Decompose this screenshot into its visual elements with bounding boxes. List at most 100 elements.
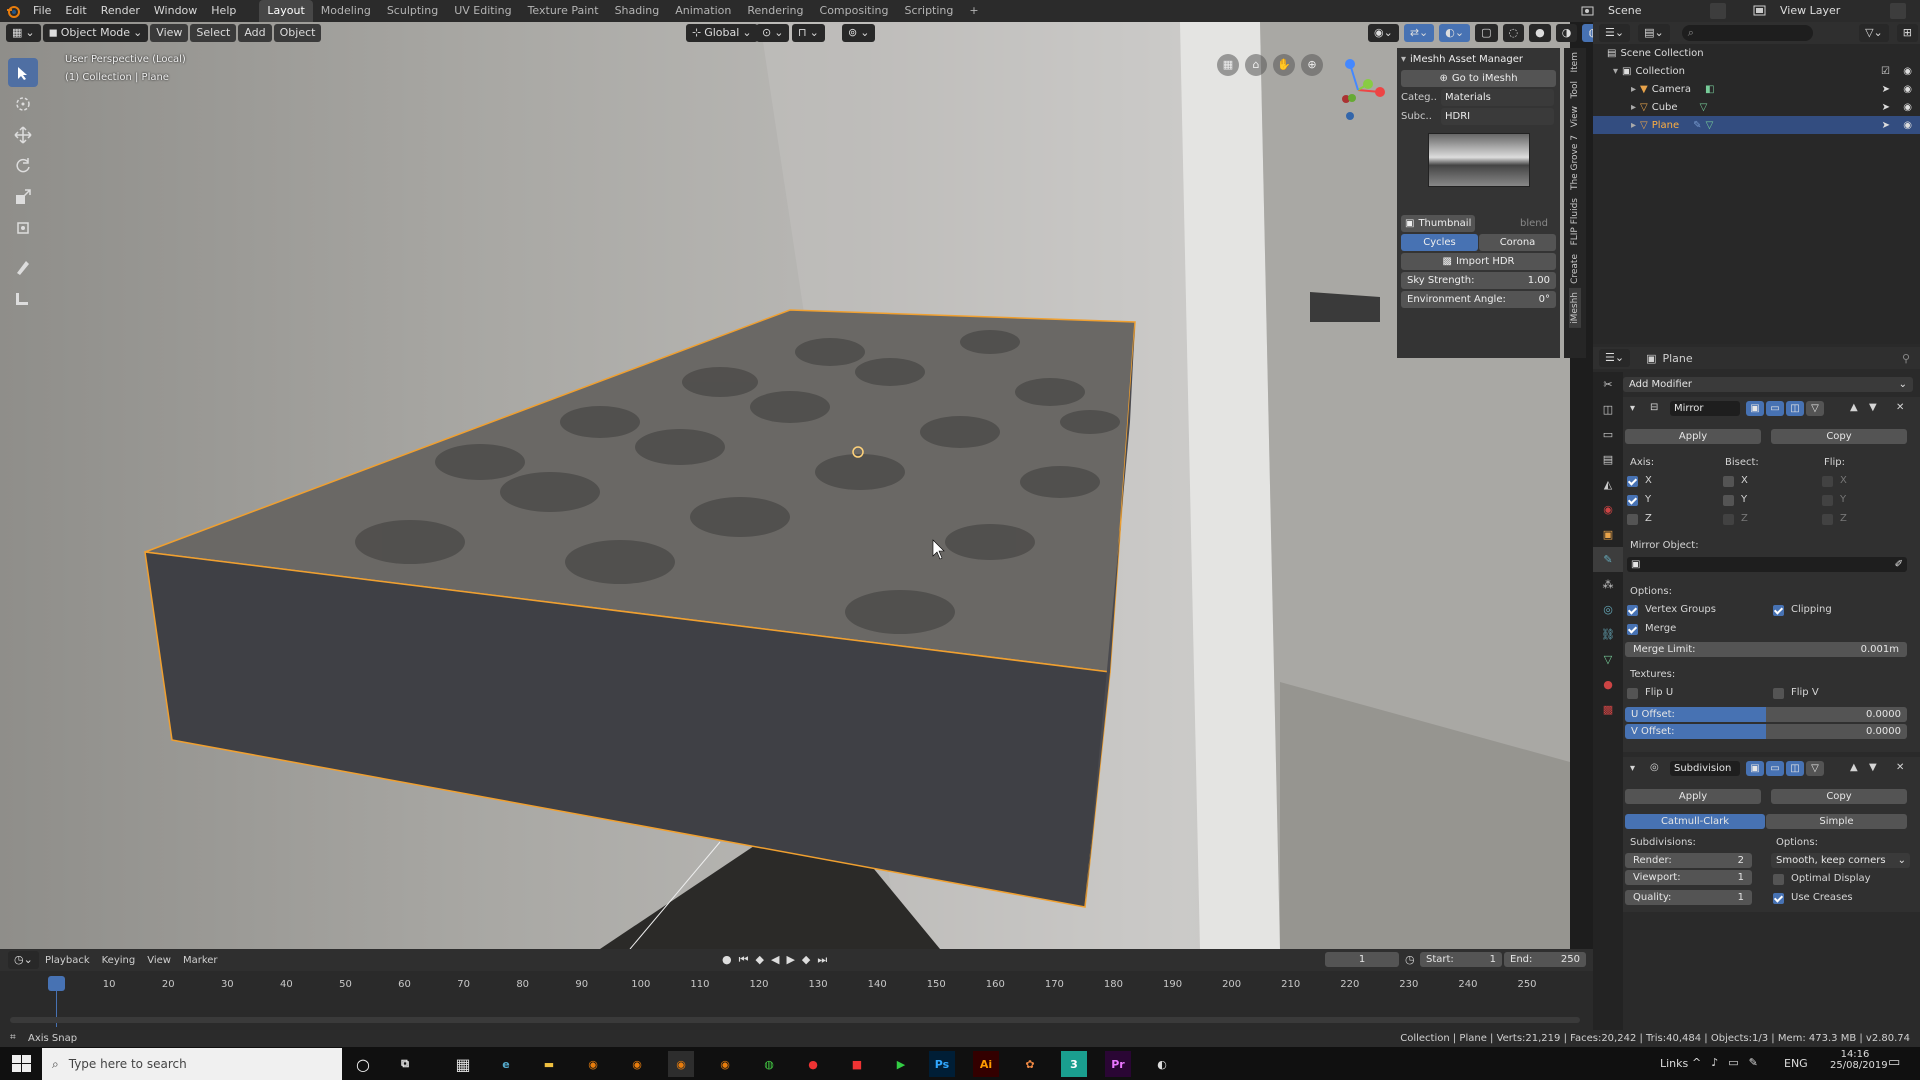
expand-arrow-icon[interactable]: ▸: [1631, 102, 1636, 113]
flip-u-checkbox[interactable]: [1627, 688, 1638, 699]
tab-modeling[interactable]: Modeling: [313, 0, 379, 22]
v-offset-field[interactable]: V Offset: 0.0000: [1625, 724, 1907, 739]
3d-viewport[interactable]: [0, 22, 1570, 949]
transform-tool-icon[interactable]: [8, 213, 38, 242]
chrome-icon[interactable]: ◍: [756, 1051, 782, 1077]
outliner-row-cube[interactable]: ▸ ▽ Cube ▽ ➤ ◉: [1593, 98, 1920, 116]
environment-angle-field[interactable]: Environment Angle: 0°: [1401, 291, 1556, 308]
overlays-toggle-icon[interactable]: ◐⌄: [1439, 24, 1471, 42]
current-frame-field[interactable]: 1: [1325, 952, 1399, 967]
constraints-tab-icon[interactable]: ⛓: [1593, 622, 1623, 647]
scene-tab-icon[interactable]: ◭: [1593, 472, 1623, 497]
sidebar-tab-tool[interactable]: Tool: [1569, 77, 1581, 102]
subdivision-cage-toggle-icon[interactable]: ▽: [1806, 761, 1824, 776]
render-tab-icon[interactable]: ◫: [1593, 397, 1623, 422]
remove-modifier-icon[interactable]: ✕: [1896, 402, 1904, 413]
expand-arrow-icon[interactable]: ▸: [1631, 120, 1636, 131]
task-view-icon[interactable]: ⧉: [392, 1051, 418, 1077]
remove-modifier-icon[interactable]: ✕: [1896, 762, 1904, 773]
sidebar-tab-imeshh[interactable]: iMeshh: [1569, 287, 1581, 328]
menu-timeline-view[interactable]: View: [147, 955, 171, 966]
render-levels-field[interactable]: Render: 2: [1625, 853, 1752, 868]
grid-view-icon[interactable]: ▦: [1217, 54, 1239, 76]
u-offset-field[interactable]: U Offset: 0.0000: [1625, 707, 1907, 722]
blender-active-app-icon[interactable]: ◉: [668, 1051, 694, 1077]
sidebar-tab-the-grove[interactable]: The Grove 7: [1569, 131, 1581, 194]
expand-arrow-icon[interactable]: ▸: [1631, 84, 1636, 95]
move-tool-icon[interactable]: [8, 120, 38, 149]
timeline-scrollbar[interactable]: [10, 1017, 1580, 1023]
properties-editor-type-icon[interactable]: ☰⌄: [1599, 349, 1631, 367]
mirror-object-field[interactable]: ▣ ✐: [1627, 557, 1907, 572]
solid-shading-icon[interactable]: ●: [1529, 24, 1551, 42]
go-to-imeshh-button[interactable]: ⊕ Go to iMeshh: [1401, 70, 1556, 87]
outliner-row-scene-collection[interactable]: ▤ Scene Collection: [1593, 44, 1920, 62]
file-explorer-icon[interactable]: ▬: [536, 1051, 562, 1077]
move-down-icon[interactable]: ▼: [1869, 762, 1877, 773]
volume-icon[interactable]: ♪: [1711, 1056, 1718, 1069]
clock[interactable]: 14:16 25/08/2019: [1830, 1049, 1888, 1071]
network-icon[interactable]: ▭: [1728, 1056, 1738, 1069]
uv-smooth-dropdown[interactable]: Smooth, keep corners ⌄: [1771, 853, 1910, 868]
merge-limit-field[interactable]: Merge Limit: 0.001m: [1625, 642, 1907, 657]
outliner-row-collection[interactable]: ▾ ▣ Collection ☑ ◉: [1593, 62, 1920, 80]
zoom-icon[interactable]: ⊕: [1301, 54, 1323, 76]
eyedropper-icon[interactable]: ✐: [1895, 557, 1903, 572]
premiere-icon[interactable]: Pr: [1105, 1051, 1131, 1077]
new-scene-icon[interactable]: [1710, 3, 1726, 19]
jump-end-icon[interactable]: ⏭: [817, 953, 827, 967]
catmull-clark-button[interactable]: Catmull-Clark: [1625, 814, 1765, 829]
menu-select[interactable]: Select: [190, 24, 237, 42]
bisect-z-checkbox[interactable]: [1723, 514, 1734, 525]
menu-marker[interactable]: Marker: [183, 955, 218, 966]
display-mode-icon[interactable]: ▤⌄: [1638, 24, 1670, 42]
playhead-marker[interactable]: [48, 976, 65, 991]
scene-selector[interactable]: Scene: [1608, 4, 1708, 18]
data-tab-icon[interactable]: ▽: [1593, 647, 1623, 672]
flip-z-checkbox[interactable]: [1822, 514, 1833, 525]
view-object-types-icon[interactable]: ◉⌄: [1368, 24, 1399, 42]
view-layer-icon[interactable]: [1752, 3, 1768, 19]
bisect-y-checkbox[interactable]: [1723, 495, 1734, 506]
outliner-search-input[interactable]: ⌕: [1681, 25, 1814, 41]
sidebar-tab-view[interactable]: View: [1569, 102, 1581, 131]
view-layer-selector[interactable]: View Layer: [1780, 4, 1880, 18]
illustrator-icon[interactable]: Ai: [973, 1051, 999, 1077]
panel-collapse-icon[interactable]: ▾: [1401, 54, 1406, 65]
blender-app-icon[interactable]: ◉: [580, 1051, 606, 1077]
gizmo-toggle-icon[interactable]: ⇄⌄: [1403, 24, 1435, 42]
visibility-eye-icon[interactable]: ◉: [1903, 84, 1912, 95]
tab-texture-paint[interactable]: Texture Paint: [520, 0, 607, 22]
blender-app-icon[interactable]: ◉: [624, 1051, 650, 1077]
play-icon[interactable]: ▶: [786, 953, 794, 967]
rotate-tool-icon[interactable]: [8, 151, 38, 180]
axis-z-checkbox[interactable]: [1627, 514, 1638, 525]
tab-sculpting[interactable]: Sculpting: [379, 0, 446, 22]
pen-icon[interactable]: ✎: [1749, 1056, 1758, 1069]
object-tab-icon[interactable]: ▣: [1593, 522, 1623, 547]
menu-help[interactable]: Help: [204, 0, 243, 22]
3d-app-icon[interactable]: 3: [1061, 1051, 1087, 1077]
bisect-x-checkbox[interactable]: [1723, 476, 1734, 487]
new-collection-icon[interactable]: ⊞: [1896, 24, 1918, 42]
material-shading-icon[interactable]: ◑: [1555, 24, 1578, 42]
color-app-icon[interactable]: ✿: [1017, 1051, 1043, 1077]
flip-y-checkbox[interactable]: [1822, 495, 1833, 506]
menu-edit[interactable]: Edit: [58, 0, 93, 22]
expand-arrow-icon[interactable]: ▾: [1613, 66, 1618, 77]
subdivision-copy-button[interactable]: Copy: [1771, 789, 1907, 804]
mode-dropdown[interactable]: ◼ Object Mode ⌄: [42, 24, 149, 42]
timeline-editor-type-icon[interactable]: ◷⌄: [8, 951, 39, 969]
taskbar-search-box[interactable]: ⌕ Type here to search: [42, 1048, 342, 1080]
proportional-edit-toggle[interactable]: ⊚ ⌄: [842, 24, 876, 42]
outliner-editor-type-icon[interactable]: ☰⌄: [1599, 24, 1631, 42]
cortana-icon[interactable]: ○: [350, 1051, 376, 1077]
photoshop-icon[interactable]: Ps: [929, 1051, 955, 1077]
add-workspace-button[interactable]: +: [961, 0, 986, 22]
play-reverse-icon[interactable]: ◀: [771, 953, 779, 967]
record-icon[interactable]: ●: [722, 953, 732, 967]
subdivision-name-field[interactable]: Subdivision: [1670, 761, 1740, 776]
wireframe-shading-icon[interactable]: ◌: [1502, 24, 1525, 42]
subdivision-viewport-toggle-icon[interactable]: ▭: [1766, 761, 1784, 776]
mirror-name-field[interactable]: Mirror: [1670, 401, 1740, 416]
